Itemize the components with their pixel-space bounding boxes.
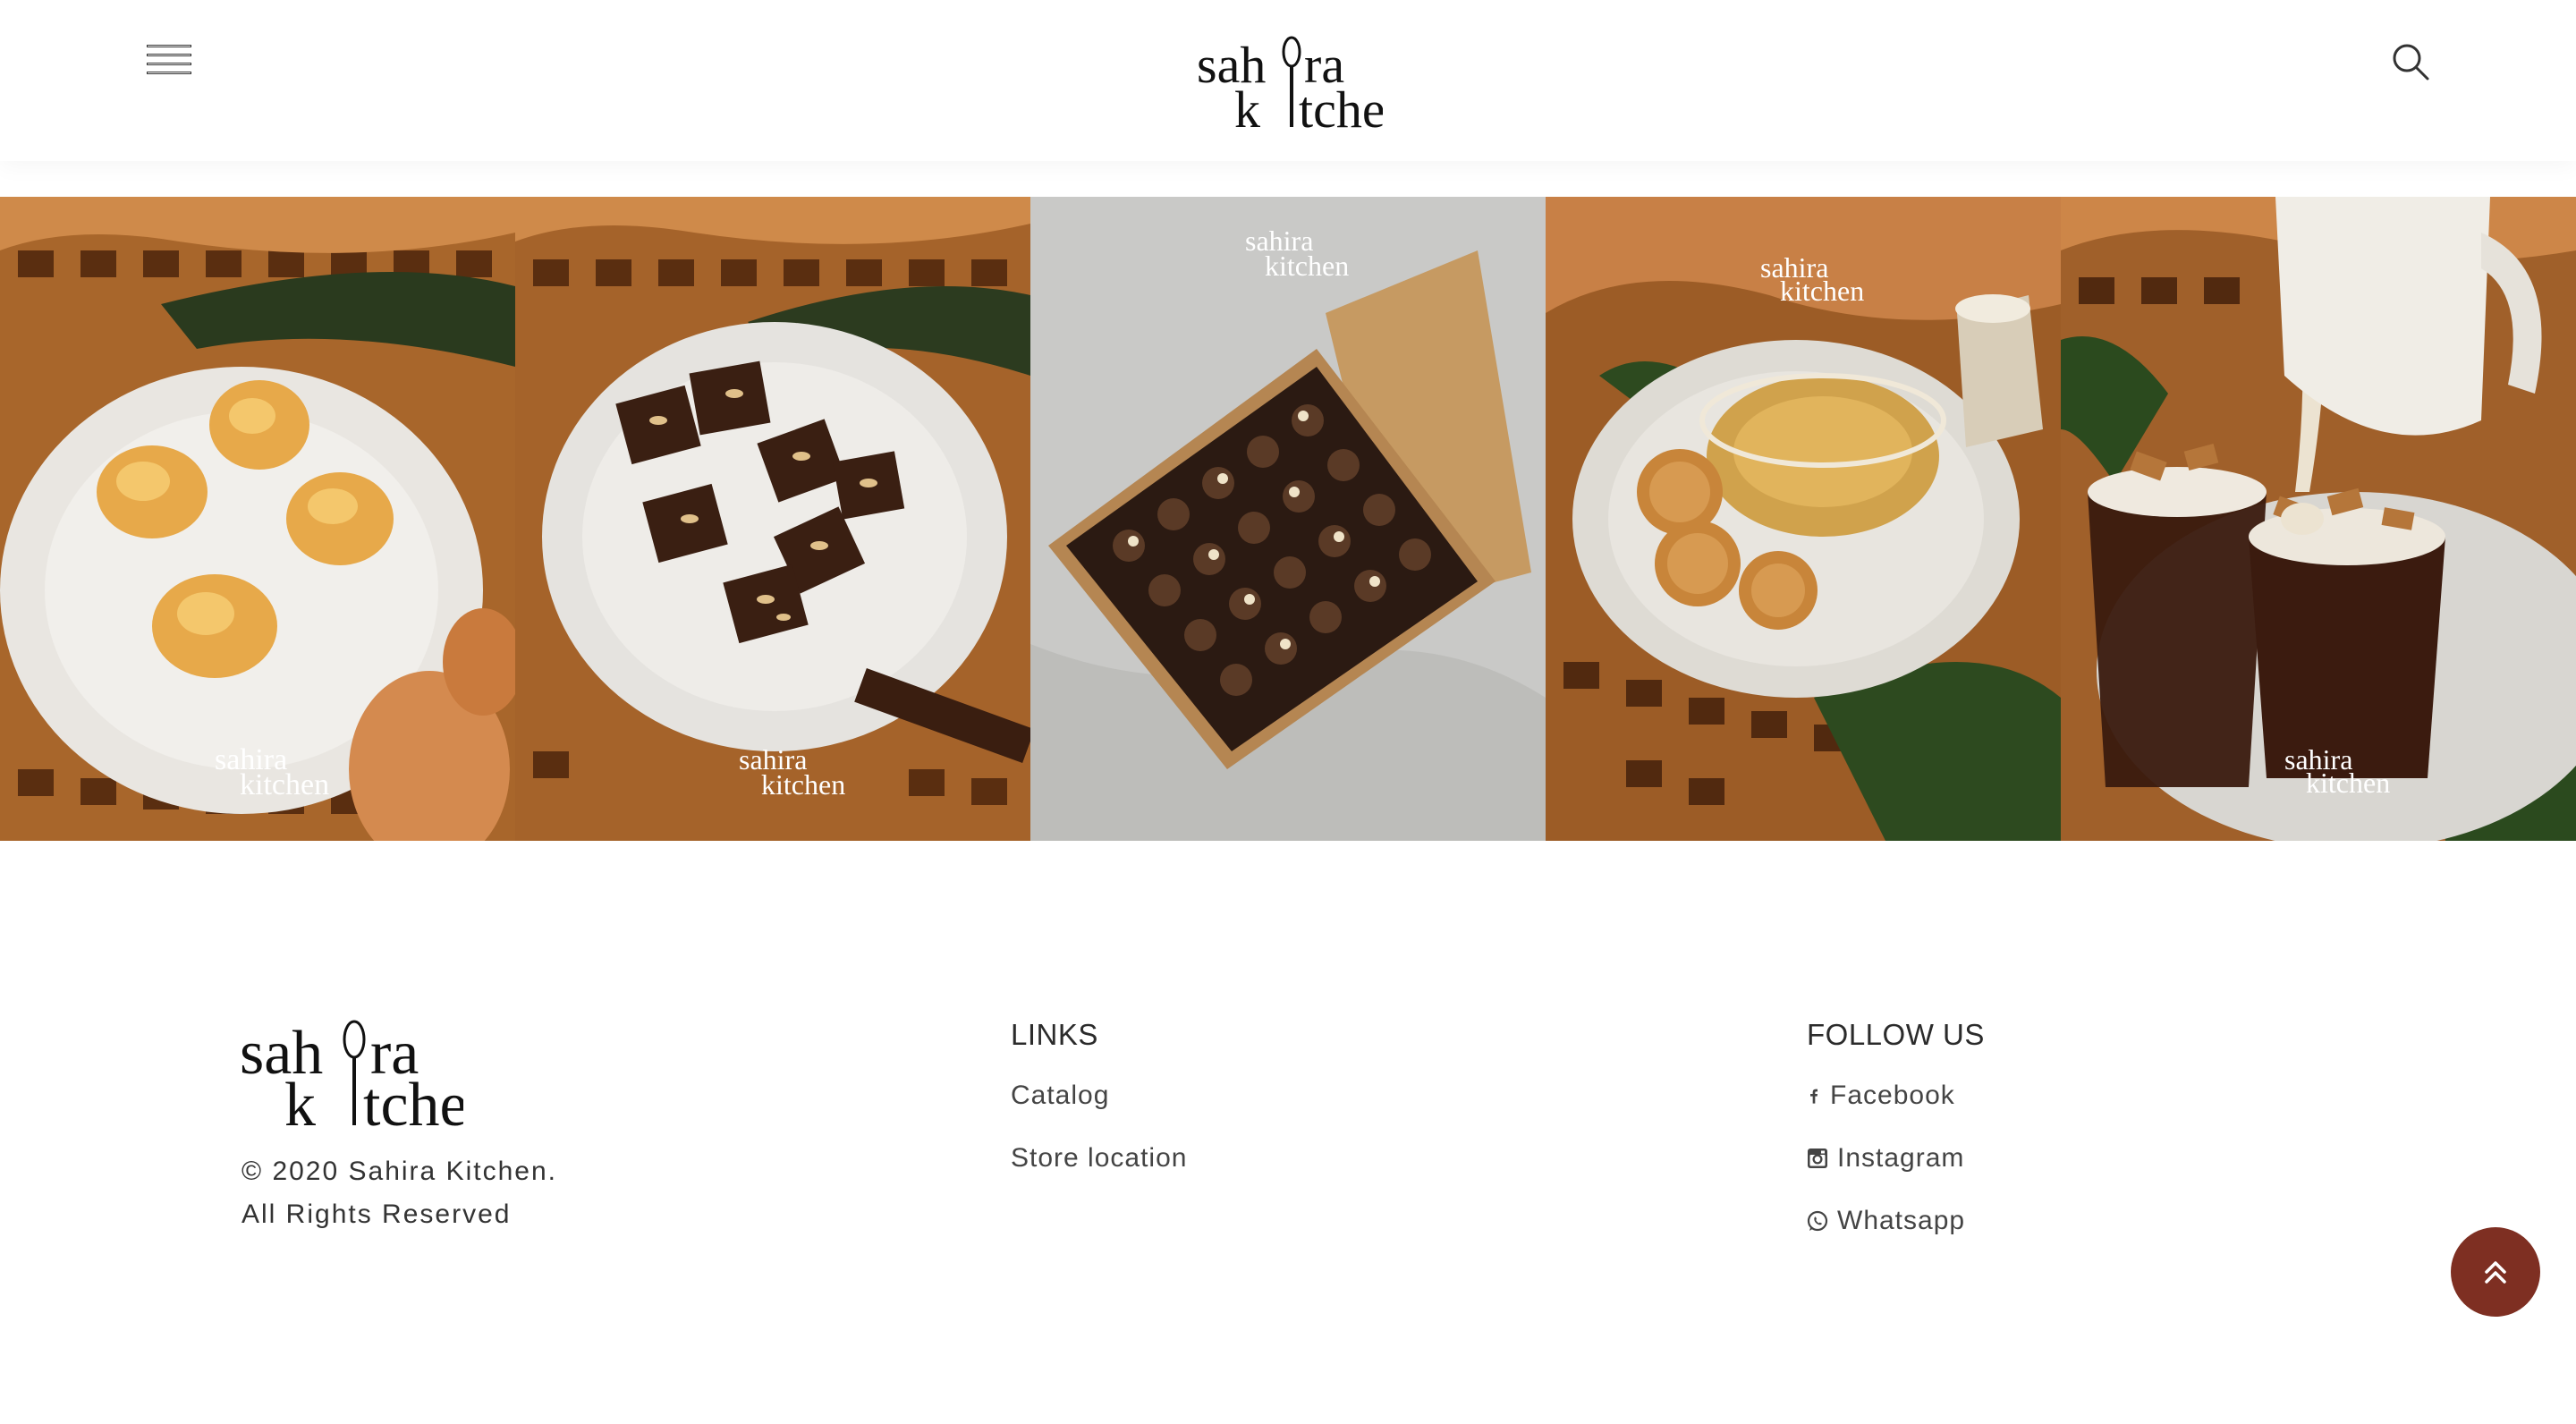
copyright-line-1: © 2020 Sahira Kitchen. [242,1157,557,1186]
gallery-photo-brownie-bites[interactable]: sahira kitchen [515,197,1030,841]
follow-us-heading: FOLLOW US [1807,1018,1985,1051]
photo-gallery: sahira kitchen sahira kitchen sahira kit… [0,197,2576,841]
hamburger-icon-line [147,54,191,56]
hamburger-icon-line [147,72,191,74]
social-label-facebook: Facebook [1830,1081,1955,1110]
social-link-instagram[interactable]: Instagram [1807,1143,1964,1174]
site-header: sah ra k tchen [0,0,2576,161]
svg-text:k: k [1234,81,1260,136]
social-label-instagram: Instagram [1837,1143,1965,1173]
hamburger-icon-line [147,63,191,65]
copyright-line-2: All Rights Reserved [242,1199,512,1229]
copyright-text: © 2020 Sahira Kitchen. All Rights Reserv… [242,1150,557,1236]
svg-text:k: k [284,1071,316,1132]
search-icon[interactable] [2390,41,2431,82]
svg-text:kitchen: kitchen [2306,767,2390,799]
links-heading: LINKS [1011,1018,1098,1051]
back-to-top-button[interactable] [2451,1227,2540,1317]
footer-logo[interactable]: sah ra k tchen [240,1016,463,1132]
svg-text:kitchen: kitchen [240,768,329,801]
whatsapp-icon [1807,1210,1828,1232]
svg-text:kitchen: kitchen [761,768,845,801]
instagram-icon [1808,1149,1827,1168]
footer-link-catalog[interactable]: Catalog [1011,1081,1109,1111]
social-link-whatsapp[interactable]: Whatsapp [1807,1206,1965,1236]
svg-text:tchen: tchen [363,1071,463,1132]
svg-text:tchen: tchen [1299,81,1383,136]
gallery-photo-chocolate-cups[interactable]: sahira kitchen [2061,197,2576,841]
social-label-whatsapp: Whatsapp [1837,1206,1966,1235]
site-logo[interactable]: sah ra k tchen [1195,32,1383,136]
social-link-facebook[interactable]: Facebook [1807,1081,1955,1111]
double-chevron-up-icon [2485,1261,2506,1284]
svg-text:kitchen: kitchen [1265,250,1349,282]
facebook-icon [1810,1089,1818,1104]
gallery-photo-cream-puffs[interactable]: sahira kitchen [0,197,515,841]
gallery-photo-biscuit-pudding[interactable]: sahira kitchen [1546,197,2061,841]
menu-button[interactable] [147,45,193,79]
hamburger-icon-line [147,45,191,47]
footer-link-store-location[interactable]: Store location [1011,1143,1187,1174]
gallery-photo-boxed-brownies[interactable]: sahira kitchen [1030,197,1546,841]
svg-text:kitchen: kitchen [1780,275,1864,307]
